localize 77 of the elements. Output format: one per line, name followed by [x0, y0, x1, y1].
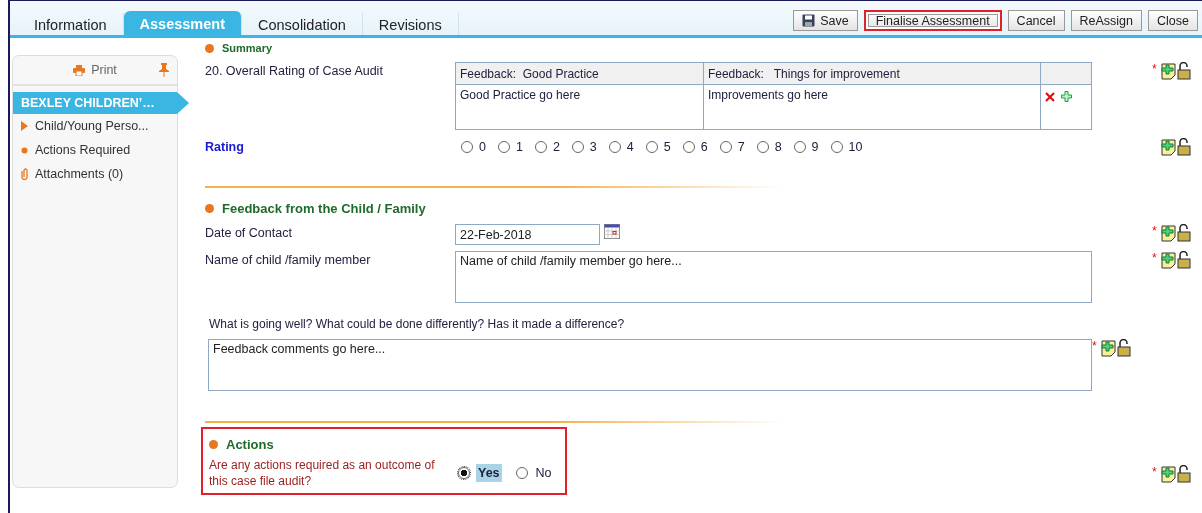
option-label: 9 [811, 140, 819, 154]
option-label: 1 [515, 140, 523, 154]
padlock-icon[interactable] [1176, 251, 1191, 269]
bullet-icon [205, 43, 214, 53]
field-label: Name of child /family member [205, 252, 372, 267]
required-asterisk: * [1152, 465, 1157, 479]
option-label: 5 [663, 140, 671, 154]
radio-button[interactable] [719, 141, 732, 153]
print-button[interactable]: Print [67, 62, 123, 78]
padlock-icon[interactable] [1116, 339, 1131, 357]
radio-button[interactable] [756, 141, 769, 153]
radio-button[interactable] [534, 141, 547, 153]
column-header: Feedback: Things for improvement [703, 62, 1041, 85]
toolbar-button[interactable]: Close [1148, 10, 1198, 31]
section-heading: Summary [222, 42, 273, 54]
radio-button[interactable] [608, 141, 621, 153]
field-label: 20. Overall Rating of Case Audit [205, 63, 384, 78]
dot-icon [21, 146, 28, 154]
question-text: What is going well? What could be done differently? Has it made a difference? [209, 317, 625, 331]
option-label: 0 [479, 140, 486, 154]
option-label: 6 [700, 140, 708, 154]
field-label: Date of Contact [205, 225, 293, 240]
option-label: 8 [774, 140, 782, 154]
calendar-icon[interactable] [604, 224, 620, 239]
paperclip-icon [21, 168, 28, 180]
table-cell[interactable]: Good Practice go here [455, 84, 704, 130]
save-button[interactable]: Save [793, 10, 858, 31]
required-asterisk: * [1152, 62, 1157, 76]
radio-button[interactable] [830, 141, 843, 153]
radio-button[interactable] [682, 141, 695, 153]
printer-icon [73, 64, 86, 76]
required-asterisk: * [1152, 224, 1157, 238]
plus-icon[interactable] [1061, 91, 1072, 102]
option-label: Yes [476, 464, 502, 482]
required-asterisk: * [1092, 339, 1097, 353]
section-heading: Feedback from the Child / Family [222, 200, 426, 216]
tab[interactable]: Information [18, 13, 124, 35]
toolbar-button[interactable]: Finalise Assessment [863, 10, 1002, 31]
section-heading: Actions [226, 436, 274, 452]
bullet-icon [209, 439, 218, 449]
question-text: Are any actions required as an outcome of this case file audit? [209, 457, 436, 489]
sidebar-item[interactable]: Child/Young Perso... [13, 114, 177, 138]
radio-button[interactable] [571, 141, 584, 153]
column-header: Feedback: Good Practice [455, 62, 704, 85]
option-label: 3 [589, 140, 597, 154]
delete-icon[interactable] [1045, 91, 1055, 102]
padlock-icon[interactable] [1176, 224, 1191, 242]
sidebar-item[interactable]: Attachments (0) [13, 162, 177, 186]
required-asterisk: * [1152, 251, 1157, 265]
radio-button[interactable] [497, 141, 510, 153]
radio-button[interactable] [645, 141, 658, 153]
date-field[interactable]: 22-Feb-2018 [455, 224, 600, 245]
bullet-icon [205, 203, 214, 213]
option-label: 4 [626, 140, 634, 154]
text-field[interactable]: Name of child /family member go here... [455, 251, 1092, 303]
radio-button[interactable] [515, 467, 528, 479]
tab[interactable]: Revisions [362, 13, 459, 35]
option-label: 10 [848, 140, 863, 154]
radio-button[interactable] [793, 141, 806, 153]
save-icon [802, 14, 816, 27]
option-label: No [534, 465, 553, 482]
option-label: 7 [737, 140, 745, 154]
tab[interactable]: Consolidation [242, 13, 363, 35]
padlock-icon[interactable] [1176, 138, 1191, 156]
radio-button[interactable] [458, 467, 470, 479]
toolbar-button[interactable]: ReAssign [1070, 10, 1143, 31]
pin-icon[interactable] [159, 63, 169, 77]
comments-field[interactable]: Feedback comments go here... [208, 339, 1092, 391]
padlock-icon[interactable] [1176, 62, 1191, 80]
padlock-icon[interactable] [1176, 465, 1191, 483]
sidebar-item[interactable]: Actions Required [13, 138, 177, 162]
toolbar-button[interactable]: Cancel [1007, 10, 1065, 31]
radio-button[interactable] [461, 141, 473, 153]
option-label: 2 [552, 140, 560, 154]
rating-label: Rating [205, 139, 245, 154]
triangle-icon [21, 121, 28, 131]
table-cell[interactable]: Improvements go here [703, 84, 1041, 130]
